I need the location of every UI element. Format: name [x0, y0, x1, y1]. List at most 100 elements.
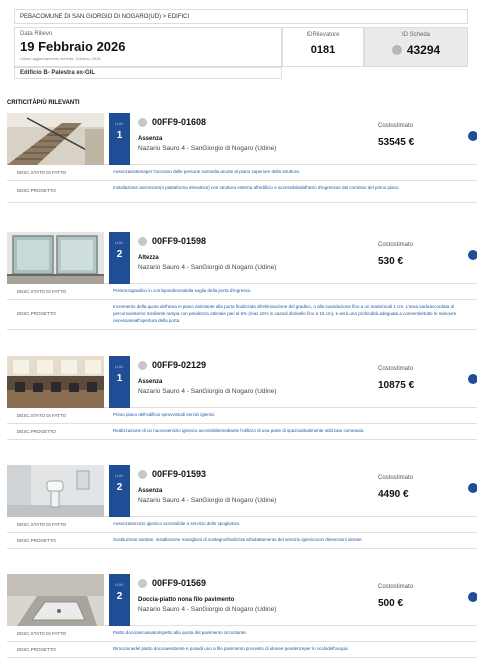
project-row: DESC.PROGETTO Installazione ascensore(o … — [7, 181, 477, 203]
unit-number: 2 — [116, 249, 123, 260]
issue-address: Nazario Sauro 4 - SanGiorgio di Nogaro (… — [138, 388, 277, 395]
issue-card[interactable]: U.M. 1 00FF9-01608 Assenza Nazario Sauro… — [7, 113, 477, 203]
state-label: DESC.STATO DI FATTO — [17, 522, 67, 527]
expand-dot-icon[interactable] — [468, 250, 477, 260]
state-label: DESC.STATO DI FATTO — [17, 631, 67, 636]
cost-value: 10875 € — [378, 380, 415, 391]
unit-badge: U.M. 1 — [109, 113, 130, 165]
survey-date-box: Data Rilievo 19 Febbraio 2026 Ultimo agg… — [14, 27, 282, 67]
issue-address: Nazario Sauro 4 - SanGiorgio di Nogaro (… — [138, 264, 277, 271]
project-text: Incremento della quota dell'area in pian… — [113, 304, 457, 323]
issue-code[interactable]: 00FF9-02129 — [152, 360, 206, 370]
last-update-text: Ultimo aggiornamento scheda: 11Marzo 202… — [20, 56, 101, 61]
project-label: DESC.PROGETTO — [17, 188, 56, 193]
cost-label: Costostimato — [378, 475, 414, 481]
status-circle-icon — [138, 361, 147, 370]
unit-badge: U.M. 2 — [109, 465, 130, 517]
unit-label: U.M. — [115, 364, 124, 369]
issue-card[interactable]: U.M. 1 00FF9-02129 Assenza Nazario Sauro… — [7, 356, 477, 440]
cost-label: Costostimato — [378, 584, 414, 590]
unit-badge: U.M. 2 — [109, 232, 130, 284]
survey-date-label: Data Rilievo — [20, 31, 53, 37]
issue-code[interactable]: 00FF9-01598 — [152, 236, 206, 246]
issue-card[interactable]: U.M. 2 00FF9-01598 Altezza Nazario Sauro… — [7, 232, 477, 330]
issue-code[interactable]: 00FF9-01593 — [152, 469, 206, 479]
state-label: DESC.STATO DI FATTO — [17, 289, 67, 294]
issue-card[interactable]: U.M. 2 00FF9-01569 Doccia-piatto nona fi… — [7, 574, 477, 658]
issue-photo[interactable] — [7, 574, 104, 626]
state-row: DESC.STATO DI FATTO Primo piano dell'edi… — [7, 408, 477, 424]
sheet-id-box: ID Scheda 43294 — [364, 27, 468, 67]
section-title: CRITICITÀPIÙ RILEVANTI — [7, 100, 80, 106]
issue-photo[interactable] — [7, 113, 104, 165]
project-label: DESC.PROGETTO — [17, 647, 56, 652]
project-text: Installazione ascensore(o piattaforma el… — [113, 185, 400, 190]
unit-number: 1 — [116, 130, 123, 141]
unit-number: 2 — [116, 482, 123, 493]
issue-address: Nazario Sauro 4 - SanGiorgio di Nogaro (… — [138, 606, 277, 613]
project-row: DESC.PROGETTO Incremento della quota del… — [7, 300, 477, 330]
expand-dot-icon[interactable] — [468, 483, 477, 493]
cost-value: 500 € — [378, 598, 404, 609]
cost-label: Costostimato — [378, 242, 414, 248]
unit-label: U.M. — [115, 121, 124, 126]
issue-category: Assenza — [138, 379, 163, 385]
project-label: DESC.PROGETTO — [17, 429, 56, 434]
unit-number: 1 — [116, 373, 123, 384]
unit-badge: U.M. 2 — [109, 574, 130, 626]
cost-value: 53545 € — [378, 137, 415, 148]
issue-photo[interactable] — [7, 465, 104, 517]
expand-dot-icon[interactable] — [468, 131, 477, 141]
cost-label: Costostimato — [378, 123, 414, 129]
issue-category: Doccia-piatto nona filo pavimento — [138, 597, 235, 603]
status-circle-icon — [138, 470, 147, 479]
state-text: Primo piano dell'edificio sprovvistodi s… — [113, 412, 216, 417]
sheet-id-value: 43294 — [406, 43, 441, 57]
building-name: Edificio B- Palestra ex-GIL — [14, 67, 282, 79]
project-text: Sostituzione sanitari, installazione man… — [113, 537, 363, 542]
state-label: DESC.STATO DI FATTO — [17, 170, 67, 175]
project-row: DESC.PROGETTO Sostituzione sanitari, ins… — [7, 533, 477, 549]
state-text: Assenzasistemaper l'accesso delle person… — [113, 169, 300, 174]
unit-number: 2 — [116, 591, 123, 602]
expand-dot-icon[interactable] — [468, 374, 477, 384]
state-text: Presenzagradino in corrispondenzadella s… — [113, 288, 252, 293]
sheet-status-icon — [391, 45, 402, 55]
issue-photo[interactable] — [7, 356, 104, 408]
sheet-id-label: ID Scheda — [401, 32, 431, 38]
breadcrumb[interactable]: PEBACOMUNE DI SAN GIORGIO DI NOGARO(UD) … — [14, 9, 468, 24]
project-row: DESC.PROGETTO Rimozionedel piatto doccia… — [7, 642, 477, 658]
project-text: Realizzazione di un nuovoservizio igieni… — [113, 428, 365, 433]
surveyor-id-label: IDRilevatore — [306, 32, 340, 38]
state-row: DESC.STATO DI FATTO Assenzasistemaper l'… — [7, 165, 477, 181]
unit-label: U.M. — [115, 582, 124, 587]
issue-code[interactable]: 00FF9-01608 — [152, 117, 206, 127]
project-text: Rimozionedel piatto docciaesistente e po… — [113, 646, 349, 651]
issue-category: Assenza — [138, 136, 163, 142]
issue-address: Nazario Sauro 4 - SanGiorgio di Nogaro (… — [138, 497, 277, 504]
issue-photo[interactable] — [7, 232, 104, 284]
unit-label: U.M. — [115, 240, 124, 245]
unit-badge: U.M. 1 — [109, 356, 130, 408]
survey-date-value: 19 Febbraio 2026 — [20, 39, 126, 54]
state-text: Piatto docciaincassatorispetto alla quot… — [113, 630, 247, 635]
status-circle-icon — [138, 237, 147, 246]
state-row: DESC.STATO DI FATTO Presenzagradino in c… — [7, 284, 477, 300]
expand-dot-icon[interactable] — [468, 592, 477, 602]
surveyor-id-box: IDRilevatore 0181 — [282, 27, 364, 67]
cost-label: Costostimato — [378, 366, 414, 372]
project-label: DESC.PROGETTO — [17, 538, 56, 543]
issue-code[interactable]: 00FF9-01569 — [152, 578, 206, 588]
issue-category: Altezza — [138, 255, 159, 261]
project-row: DESC.PROGETTO Realizzazione di un nuovos… — [7, 424, 477, 440]
issue-address: Nazario Sauro 4 - SanGiorgio di Nogaro (… — [138, 145, 277, 152]
unit-label: U.M. — [115, 473, 124, 478]
surveyor-id-value: 0181 — [310, 44, 336, 56]
status-circle-icon — [138, 579, 147, 588]
issue-card[interactable]: U.M. 2 00FF9-01593 Assenza Nazario Sauro… — [7, 465, 477, 549]
issue-category: Assenza — [138, 488, 163, 494]
cost-value: 4490 € — [378, 489, 409, 500]
state-label: DESC.STATO DI FATTO — [17, 413, 67, 418]
cost-value: 530 € — [378, 256, 404, 267]
project-label: DESC.PROGETTO — [17, 311, 56, 316]
